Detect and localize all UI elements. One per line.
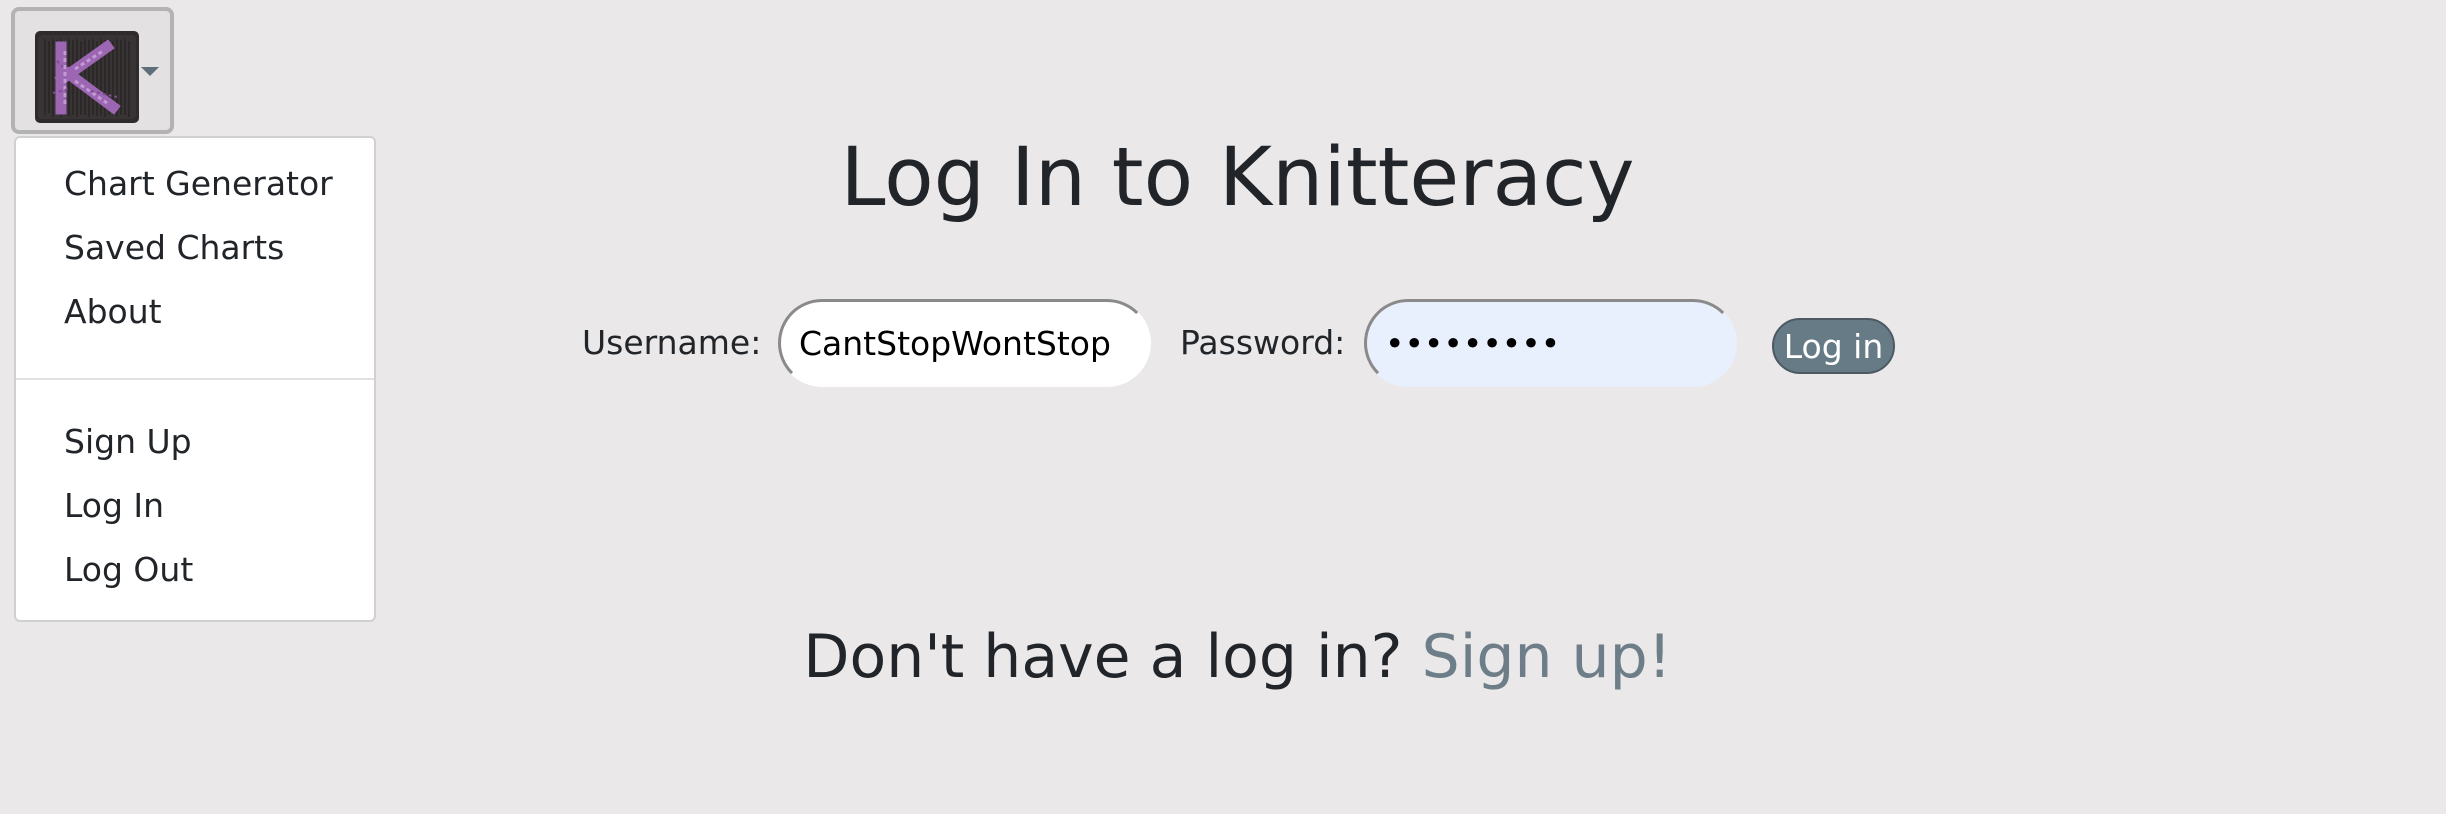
password-label: Password: bbox=[1180, 323, 1346, 362]
nav-menu-toggle[interactable] bbox=[11, 7, 174, 134]
signup-prompt-text: Don't have a log in? bbox=[803, 622, 1403, 692]
menu-item-sign-up[interactable]: Sign Up bbox=[64, 422, 192, 461]
page-title: Log In to Knitteracy bbox=[840, 131, 1635, 225]
menu-item-about[interactable]: About bbox=[64, 292, 162, 331]
menu-divider bbox=[16, 378, 374, 380]
menu-item-log-out[interactable]: Log Out bbox=[64, 550, 193, 589]
username-label: Username: bbox=[582, 323, 762, 362]
caret-down-icon bbox=[141, 67, 159, 76]
password-input[interactable] bbox=[1364, 299, 1737, 387]
menu-item-log-in[interactable]: Log In bbox=[64, 486, 164, 525]
signup-prompt: Don't have a log in? Sign up! bbox=[0, 622, 2446, 692]
knitted-k-logo-icon bbox=[35, 31, 139, 123]
signup-link[interactable]: Sign up! bbox=[1422, 622, 1672, 692]
login-button[interactable]: Log in bbox=[1772, 318, 1895, 374]
menu-item-saved-charts[interactable]: Saved Charts bbox=[64, 228, 284, 267]
username-input[interactable] bbox=[778, 299, 1151, 387]
